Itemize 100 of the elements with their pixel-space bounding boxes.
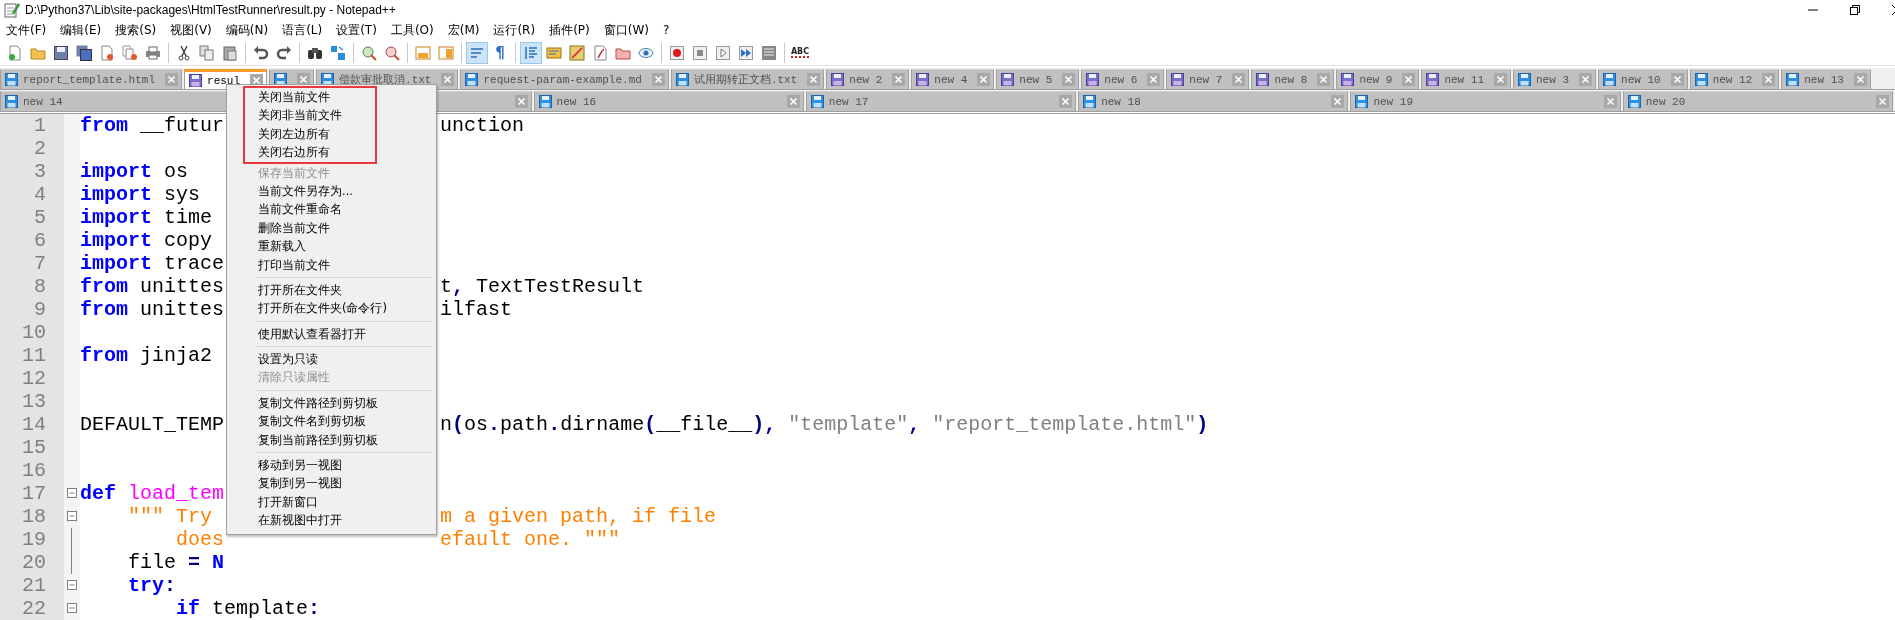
close-file-icon (99, 44, 115, 61)
zoom-out-icon (384, 44, 400, 61)
toolbar-button[interactable]: ¶ (489, 41, 511, 64)
document-icon (546, 44, 562, 61)
file-tab[interactable]: new 2 (826, 69, 910, 90)
collapse-icon[interactable] (67, 488, 77, 499)
menu-bar-item[interactable]: 设置(T) (334, 20, 379, 40)
menu-item[interactable]: 使用默认查看器打开 (227, 324, 436, 344)
indent-guide-icon (523, 44, 539, 61)
code-text: from unittes (80, 275, 225, 298)
play-icon (715, 44, 731, 61)
menu-item[interactable]: 移动到另一视图 (227, 456, 436, 475)
menu-bar-item[interactable]: 宏(M) (445, 20, 482, 40)
menu-item[interactable]: 复制文件路径到剪切板 (227, 393, 436, 413)
menu-item[interactable]: 关闭当前文件 (245, 88, 375, 107)
tab-label: new 8 (1274, 73, 1308, 86)
tab-label: report_template.html (23, 73, 156, 86)
menu-bar-item[interactable]: 语言(L) (280, 20, 325, 40)
file-tab[interactable]: new 9 (1336, 69, 1420, 90)
collapse-icon[interactable] (67, 511, 77, 522)
menu-item[interactable]: 打开所在文件夹(命令行) (227, 299, 436, 318)
redo-icon (276, 44, 292, 61)
menu-item[interactable]: 复制到另一视图 (227, 474, 436, 493)
menu-item[interactable]: 打印当前文件 (227, 255, 436, 274)
menu-bar-item[interactable]: 视图(V) (168, 20, 214, 40)
menu-item[interactable]: 设置为只读 (227, 350, 436, 369)
menu-item[interactable]: 当前文件重命名 (227, 200, 436, 219)
sync-scroll-icon (415, 44, 431, 61)
window-title: D:\Python37\Lib\site-packages\HtmlTestRunner\result.py - Notepad++ (25, 3, 396, 18)
collapse-icon[interactable] (67, 603, 77, 614)
close-files-icon (122, 44, 138, 61)
file-tab[interactable]: new 17 (805, 91, 1077, 111)
tab-label: new 19 (1373, 95, 1414, 108)
line-number: 18 (21, 505, 47, 528)
file-tab[interactable]: new 7 (1166, 69, 1250, 90)
line-number: 8 (33, 275, 47, 298)
menu-item[interactable]: 关闭左边所有 (245, 124, 375, 144)
menu-bar-item[interactable]: 文件(F) (4, 20, 49, 40)
file-tab[interactable]: new 16 (533, 91, 804, 111)
menu-item[interactable]: 当前文件另存为... (227, 181, 436, 201)
file-tab[interactable]: new 6 (1081, 69, 1165, 90)
menu-item[interactable]: 关闭右边所有 (245, 143, 375, 162)
line-number: 9 (33, 298, 47, 321)
copy-icon (199, 44, 215, 61)
menu-bar-item[interactable]: 搜索(S) (113, 20, 159, 40)
line-number: 1 (33, 114, 47, 137)
collapse-icon[interactable] (67, 580, 77, 591)
line-number: 15 (21, 436, 47, 459)
line-number: 2 (33, 137, 47, 160)
map-icon (569, 44, 585, 61)
file-tab[interactable]: new 4 (911, 69, 995, 90)
menu-item[interactable]: 打开新窗口 (227, 492, 436, 512)
line-number: 16 (21, 459, 47, 482)
file-tab[interactable]: report_template.html (0, 69, 183, 90)
tab-label: 偿款审批取消.txt (339, 73, 432, 88)
menu-bar-item[interactable]: 窗口(W) (601, 20, 651, 40)
file-tab[interactable]: new 13 (1781, 69, 1871, 90)
file-tab[interactable]: 试用期转正文档.txt (670, 69, 825, 90)
menu-item[interactable]: 在新视图中打开 (227, 511, 436, 530)
code-text: ilfast (440, 298, 513, 321)
file-tab[interactable]: new 20 (1622, 91, 1893, 111)
menu-item[interactable]: 重新载入 (227, 237, 436, 256)
line-number: 17 (21, 482, 47, 505)
fast-forward-icon (738, 44, 754, 61)
file-tab[interactable]: new 11 (1421, 69, 1511, 90)
file-tab[interactable]: new 5 (996, 69, 1080, 90)
file-tab[interactable]: new 10 (1598, 69, 1688, 90)
file-tab[interactable]: new 8 (1251, 69, 1335, 90)
printer-icon (145, 44, 161, 61)
code-text: DEFAULT_TEMP (80, 413, 225, 436)
tab-label: request-param-example.md (483, 73, 642, 86)
restore-icon[interactable] (1849, 4, 1861, 17)
menu-bar-item[interactable]: 编码(N) (223, 20, 271, 40)
file-tab[interactable]: new 18 (1078, 91, 1349, 111)
tab-label: new 9 (1359, 73, 1393, 86)
file-tab[interactable]: new 3 (1513, 69, 1597, 90)
menu-bar-item[interactable]: 编辑(E) (58, 20, 104, 40)
code-text: import time (80, 206, 213, 229)
file-tab[interactable]: new 12 (1689, 69, 1780, 90)
file-tab[interactable]: resul (184, 69, 268, 90)
line-number: 19 (21, 528, 47, 551)
tab-label: new 2 (849, 73, 883, 86)
menu-bar-item[interactable]: 工具(O) (388, 20, 436, 40)
menu-item[interactable]: 复制文件名到剪切板 (227, 412, 436, 431)
code-text: import copy (80, 229, 213, 252)
tab-label: new 5 (1019, 73, 1053, 86)
toolbar-button[interactable]: ABC (789, 41, 811, 64)
menu-item[interactable]: 打开所在文件夹 (227, 280, 436, 300)
file-tab[interactable]: request-param-example.md (460, 69, 669, 90)
menu-bar-item[interactable]: 插件(P) (547, 20, 592, 40)
code-text: """ Try (127, 505, 213, 528)
tab-label: new 12 (1712, 73, 1753, 86)
file-tab[interactable]: new 19 (1350, 91, 1621, 111)
menu-item[interactable]: 复制当前路径到剪切板 (227, 430, 436, 450)
menu-item[interactable]: 删除当前文件 (227, 218, 436, 238)
macro-list-icon (761, 44, 777, 61)
menu-bar-item[interactable]: 运行(R) (491, 20, 538, 40)
new-file-icon (7, 44, 23, 61)
code-text: import sys (80, 183, 201, 206)
menu-bar-item[interactable]: ? (660, 22, 672, 39)
